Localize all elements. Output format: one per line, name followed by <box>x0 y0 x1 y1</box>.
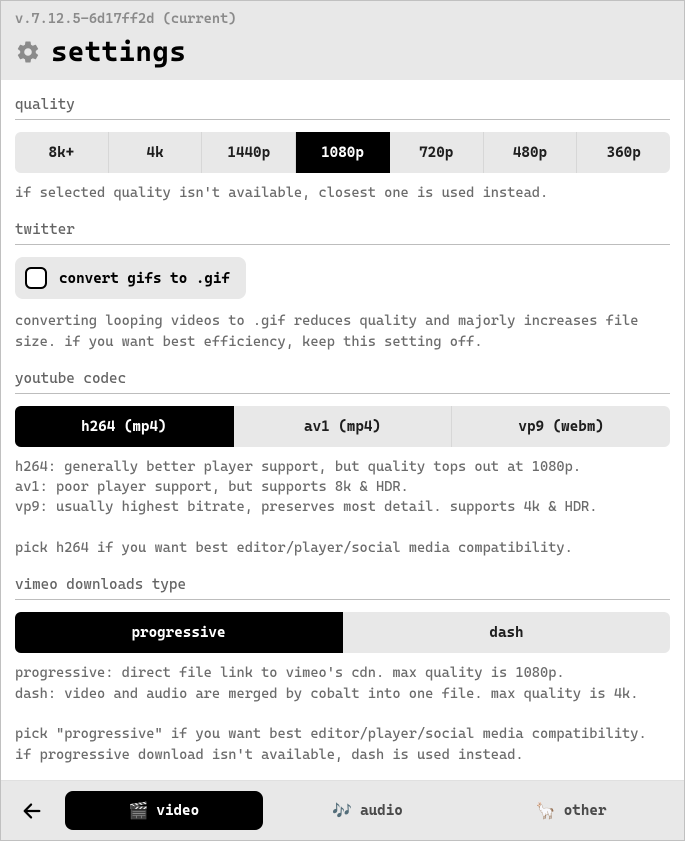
section-label-vimeo: vimeo downloads type <box>15 576 670 593</box>
quality-option[interactable]: 480p <box>484 132 578 173</box>
checkbox-box-icon <box>25 267 47 289</box>
quality-option[interactable]: 1080p <box>296 132 390 173</box>
settings-window: v.7.12.5-6d17ff2d (current) settings qua… <box>0 0 685 841</box>
tabs: 🎬 video 🎶 audio 🦙 other <box>65 791 670 830</box>
quality-option[interactable]: 1440p <box>202 132 296 173</box>
divider <box>15 599 670 600</box>
arrow-left-icon <box>21 800 43 822</box>
vimeo-type-option[interactable]: progressive <box>15 612 343 653</box>
section-label-twitter: twitter <box>15 221 670 238</box>
divider <box>15 244 670 245</box>
twitter-gif-label: convert gifs to .gif <box>59 270 230 287</box>
content-scroll[interactable]: quality 8k+4k1440p1080p720p480p360p if s… <box>1 80 684 780</box>
section-label-youtube: youtube codec <box>15 370 670 387</box>
video-tab-icon: 🎬 <box>128 801 148 820</box>
tab-other[interactable]: 🦙 other <box>472 791 670 830</box>
video-tab-label: video <box>156 802 199 819</box>
quality-option[interactable]: 8k+ <box>15 132 109 173</box>
back-button[interactable] <box>15 794 49 828</box>
tab-audio[interactable]: 🎶 audio <box>269 791 467 830</box>
audio-tab-icon: 🎶 <box>332 801 352 820</box>
quality-help: if selected quality isn't available, clo… <box>15 183 670 203</box>
youtube-help: h264: generally better player support, b… <box>15 457 670 558</box>
version-string: v.7.12.5-6d17ff2d (current) <box>15 11 670 27</box>
youtube-codec-option[interactable]: av1 (mp4) <box>234 406 453 447</box>
header: v.7.12.5-6d17ff2d (current) settings <box>1 1 684 80</box>
youtube-codec-segmented: h264 (mp4)av1 (mp4)vp9 (webm) <box>15 406 670 447</box>
bottom-tab-bar: 🎬 video 🎶 audio 🦙 other <box>1 780 684 840</box>
other-tab-label: other <box>564 802 607 819</box>
divider <box>15 393 670 394</box>
audio-tab-label: audio <box>360 802 403 819</box>
section-label-quality: quality <box>15 96 670 113</box>
quality-option[interactable]: 720p <box>390 132 484 173</box>
twitter-help: converting looping videos to .gif reduce… <box>15 311 670 352</box>
title-row: settings <box>15 35 670 68</box>
quality-option[interactable]: 360p <box>577 132 670 173</box>
youtube-codec-option[interactable]: h264 (mp4) <box>15 406 234 447</box>
vimeo-type-segmented: progressivedash <box>15 612 670 653</box>
quality-option[interactable]: 4k <box>109 132 203 173</box>
divider <box>15 119 670 120</box>
vimeo-type-option[interactable]: dash <box>343 612 670 653</box>
vimeo-help: progressive: direct file link to vimeo's… <box>15 663 670 764</box>
quality-segmented: 8k+4k1440p1080p720p480p360p <box>15 132 670 173</box>
gear-icon <box>15 39 41 65</box>
other-tab-icon: 🦙 <box>536 801 556 820</box>
page-title: settings <box>51 35 186 68</box>
youtube-codec-option[interactable]: vp9 (webm) <box>452 406 670 447</box>
twitter-gif-checkbox[interactable]: convert gifs to .gif <box>15 257 246 299</box>
tab-video[interactable]: 🎬 video <box>65 791 263 830</box>
